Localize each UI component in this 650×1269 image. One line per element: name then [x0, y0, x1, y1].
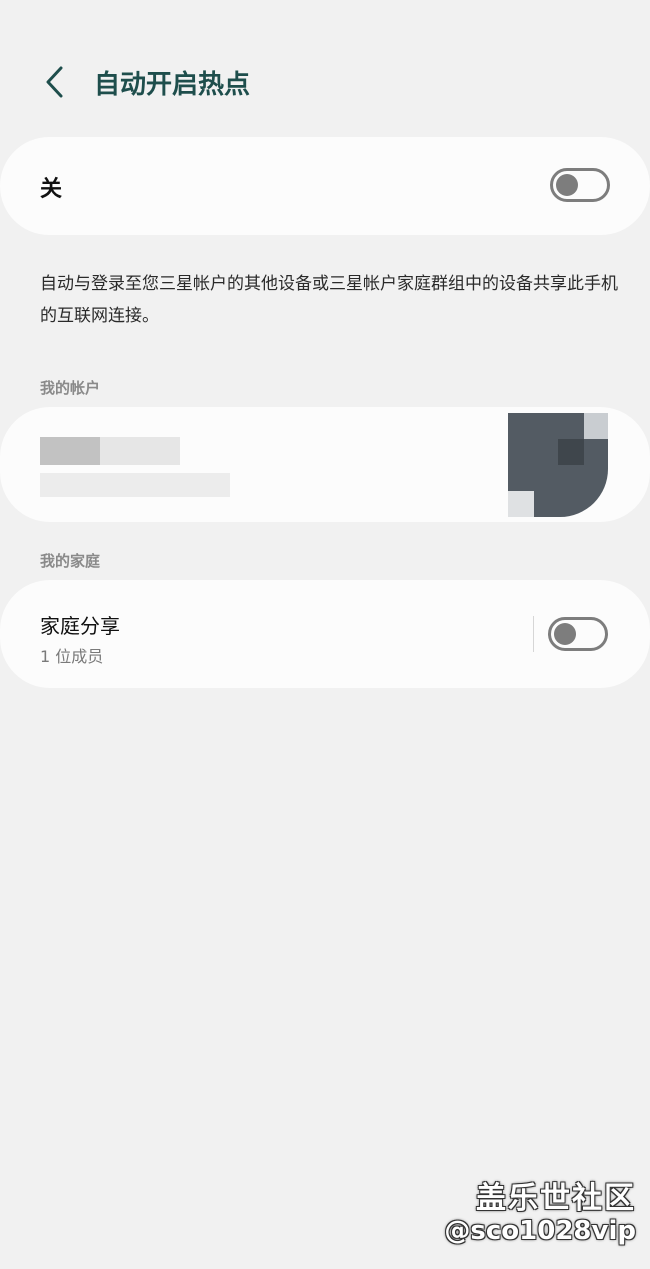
family-sharing-card[interactable]: 家庭分享 1 位成员 — [0, 580, 650, 688]
back-button[interactable] — [34, 62, 74, 102]
toggle-knob — [554, 623, 576, 645]
account-card[interactable] — [0, 407, 650, 522]
master-switch-label: 关 — [40, 177, 63, 202]
avatar-redacted-tile — [508, 491, 534, 517]
avatar-redacted-tile — [558, 439, 584, 465]
chevron-left-icon — [46, 66, 63, 98]
master-switch-toggle[interactable] — [550, 168, 610, 202]
toggle-knob — [556, 174, 578, 196]
divider — [533, 616, 534, 652]
my-family-section-label: 我的家庭 — [40, 552, 101, 570]
my-account-section-label: 我的帐户 — [40, 379, 101, 397]
avatar-redacted-tile — [584, 413, 608, 439]
family-member-count: 1 位成员 — [40, 647, 104, 666]
page-title: 自动开启热点 — [94, 69, 251, 100]
watermark-user: @sco1028vip — [444, 1216, 636, 1246]
family-sharing-toggle[interactable] — [548, 617, 608, 651]
family-sharing-title: 家庭分享 — [40, 614, 120, 638]
watermark-community: 盖乐世社区 — [476, 1181, 636, 1216]
account-name-redacted — [40, 437, 100, 465]
account-email-redacted — [40, 473, 230, 497]
account-name-redacted-2 — [100, 437, 180, 465]
app-bar: 自动开启热点 — [0, 50, 650, 114]
feature-description: 自动与登录至您三星帐户的其他设备或三星帐户家庭群组中的设备共享此手机的互联网连接… — [40, 274, 618, 326]
